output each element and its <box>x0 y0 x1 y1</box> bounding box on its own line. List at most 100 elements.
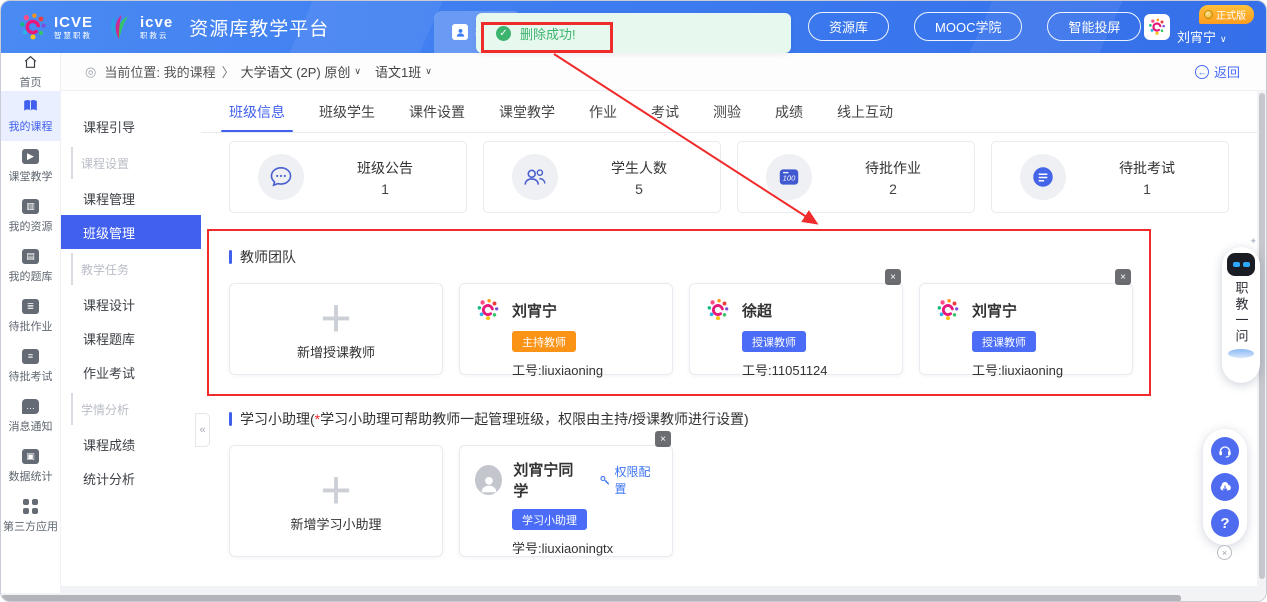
floating-toolbar <box>1203 429 1247 545</box>
sidebar-item-course-guide[interactable]: 课程引导 <box>61 109 201 143</box>
customer-service-button[interactable] <box>1211 437 1239 465</box>
permission-config-link[interactable]: 权限配置 <box>599 463 658 497</box>
tab-grades[interactable]: 成绩 <box>775 91 803 132</box>
rail-item-pending-homework[interactable]: ≣ 待批作业 <box>1 291 60 341</box>
sidebar-section-learning-analysis: 学情分析 <box>71 393 201 425</box>
robot-icon <box>1227 253 1255 276</box>
tab-courseware-settings[interactable]: 课件设置 <box>409 91 465 132</box>
remove-assistant-button[interactable] <box>655 431 671 447</box>
stat-label: 待批作业 <box>865 158 921 178</box>
homework-doc-icon: ≣ <box>22 299 39 314</box>
sidebar-item-course-management[interactable]: 课程管理 <box>61 181 201 215</box>
rail-item-classroom-teaching[interactable]: ▶ 课堂教学 <box>1 141 60 191</box>
course-dropdown[interactable]: 大学语文 (2P) 原创 <box>241 62 361 81</box>
app-window: ICVE智慧职教 icve职教云 资源库教学平台 教师 资源库 MOOC学院 智… <box>0 0 1267 602</box>
add-assistant-card[interactable]: 新增学习小助理 <box>229 445 443 557</box>
teacher-id: 工号:liuxiaoning <box>972 360 1132 379</box>
breadcrumb-separator: 〉 <box>222 62 235 81</box>
stat-value: 1 <box>1143 181 1151 197</box>
rail-item-pending-exams[interactable]: ≡ 待批考试 <box>1 341 60 391</box>
homework-100-icon: 100 <box>766 154 812 200</box>
tab-quiz[interactable]: 测验 <box>713 91 741 132</box>
left-rail: 首页 我的课程 ▶ 课堂教学 ▥ 我的资源 ▤ 我的题库 ≣ 待批作业 ≡ 待批… <box>1 53 61 593</box>
sidebar-section-teaching-tasks: 教学任务 <box>71 253 201 285</box>
assistant-name: 刘宵宁同学 <box>513 459 581 501</box>
remove-teacher-button[interactable] <box>1115 269 1131 285</box>
tab-online-interaction[interactable]: 线上互动 <box>837 91 893 132</box>
logo-subtext: 智慧职教 <box>54 32 93 40</box>
main-content: 班级信息 班级学生 课件设置 课堂教学 作业 考试 测验 成绩 线上互动 班级公… <box>201 91 1259 586</box>
sidebar-item-course-question-bank[interactable]: 课程题库 <box>61 321 201 355</box>
rail-item-third-party-apps[interactable]: 第三方应用 <box>1 491 60 541</box>
book-icon <box>22 98 39 114</box>
zhijiao-qa-widget[interactable]: 职教一问 <box>1222 247 1260 383</box>
assistant-card: 刘宵宁同学 权限配置 学习小助理 学号:liuxiaoningtx <box>459 445 673 557</box>
class-dropdown[interactable]: 语文1班 <box>375 62 432 81</box>
teacher-name: 刘宵宁 <box>512 300 557 321</box>
students-icon <box>512 154 558 200</box>
plus-icon <box>320 469 352 512</box>
version-badge: 正式版 <box>1199 5 1254 24</box>
add-assistant-label: 新增学习小助理 <box>290 514 381 533</box>
stat-label: 班级公告 <box>357 158 413 178</box>
tab-classroom-teaching[interactable]: 课堂教学 <box>499 91 555 132</box>
question-bank-icon: ▤ <box>22 249 39 264</box>
download-button[interactable] <box>1211 473 1239 501</box>
teacher-card: 刘宵宁 授课教师 工号:liuxiaoning <box>919 283 1133 375</box>
sidebar-item-course-design[interactable]: 课程设计 <box>61 287 201 321</box>
rail-item-notifications[interactable]: … 消息通知 <box>1 391 60 441</box>
sidebar-item-homework-exam[interactable]: 作业考试 <box>61 355 201 389</box>
stat-card-announcements: 班级公告1 <box>229 141 467 213</box>
announcement-icon <box>258 154 304 200</box>
assistant-badge: 学习小助理 <box>512 509 587 530</box>
rail-item-my-question-bank[interactable]: ▤ 我的题库 <box>1 241 60 291</box>
rail-item-data-statistics[interactable]: ▣ 数据统计 <box>1 441 60 491</box>
stat-card-pending-exams: 待批考试1 <box>991 141 1229 213</box>
rail-item-home[interactable]: 首页 <box>1 53 60 91</box>
horizontal-scrollbar-track <box>1 593 1267 602</box>
teacher-card: 徐超 授课教师 工号:11051124 <box>689 283 903 375</box>
bookshelf-icon: ▥ <box>22 199 39 214</box>
tab-homework[interactable]: 作业 <box>589 91 617 132</box>
sidebar-item-statistical-analysis[interactable]: 统计分析 <box>61 461 201 495</box>
tab-class-info[interactable]: 班级信息 <box>229 91 285 132</box>
help-button[interactable] <box>1211 509 1239 537</box>
home-icon <box>22 54 39 70</box>
play-icon: ▶ <box>22 149 39 164</box>
stat-label: 学生人数 <box>611 158 667 178</box>
plus-icon <box>320 297 352 340</box>
toolbar-close-button[interactable] <box>1217 545 1232 560</box>
sidebar-item-course-grades[interactable]: 课程成绩 <box>61 427 201 461</box>
rail-item-my-resources[interactable]: ▥ 我的资源 <box>1 191 60 241</box>
mooc-academy-button[interactable]: MOOC学院 <box>914 12 1022 41</box>
user-menu[interactable]: 正式版 刘宵宁 <box>1144 1 1254 53</box>
teacher-team-section-title: 教师团队 <box>229 247 1259 267</box>
location-icon: ◎ <box>85 64 96 80</box>
logo-text: ICVE <box>54 15 93 30</box>
sidebar-item-class-management[interactable]: 班级管理 <box>61 215 201 249</box>
teacher-name: 刘宵宁 <box>972 300 1017 321</box>
rail-item-my-courses[interactable]: 我的课程 <box>1 91 60 141</box>
assistant-id: 学号:liuxiaoningtx <box>512 538 672 557</box>
smart-casting-button[interactable]: 智能投屏 <box>1047 12 1141 41</box>
stat-card-student-count: 学生人数5 <box>483 141 721 213</box>
key-icon <box>599 474 611 487</box>
sidebar-section-course-settings: 课程设置 <box>71 147 201 179</box>
remove-teacher-button[interactable] <box>885 269 901 285</box>
resource-library-button[interactable]: 资源库 <box>808 12 889 41</box>
sidebar-collapse-handle[interactable] <box>195 413 210 447</box>
back-button[interactable]: 返回 <box>1195 62 1240 81</box>
teacher-card: 刘宵宁 主持教师 工号:liuxiaoning <box>459 283 673 375</box>
teacher-avatar <box>475 297 501 323</box>
tab-exam[interactable]: 考试 <box>651 91 679 132</box>
back-arrow-icon <box>1195 65 1209 79</box>
username[interactable]: 刘宵宁 <box>1177 27 1227 46</box>
horizontal-scrollbar-thumb[interactable] <box>1 595 1181 602</box>
role-badge-instructor: 授课教师 <box>742 331 806 352</box>
add-teacher-label: 新增授课教师 <box>297 342 375 361</box>
toast-message: 删除成功! <box>520 24 576 43</box>
add-teacher-card[interactable]: 新增授课教师 <box>229 283 443 375</box>
tab-class-students[interactable]: 班级学生 <box>319 91 375 132</box>
svg-text:100: 100 <box>783 173 796 182</box>
teacher-space-icon <box>452 24 468 40</box>
